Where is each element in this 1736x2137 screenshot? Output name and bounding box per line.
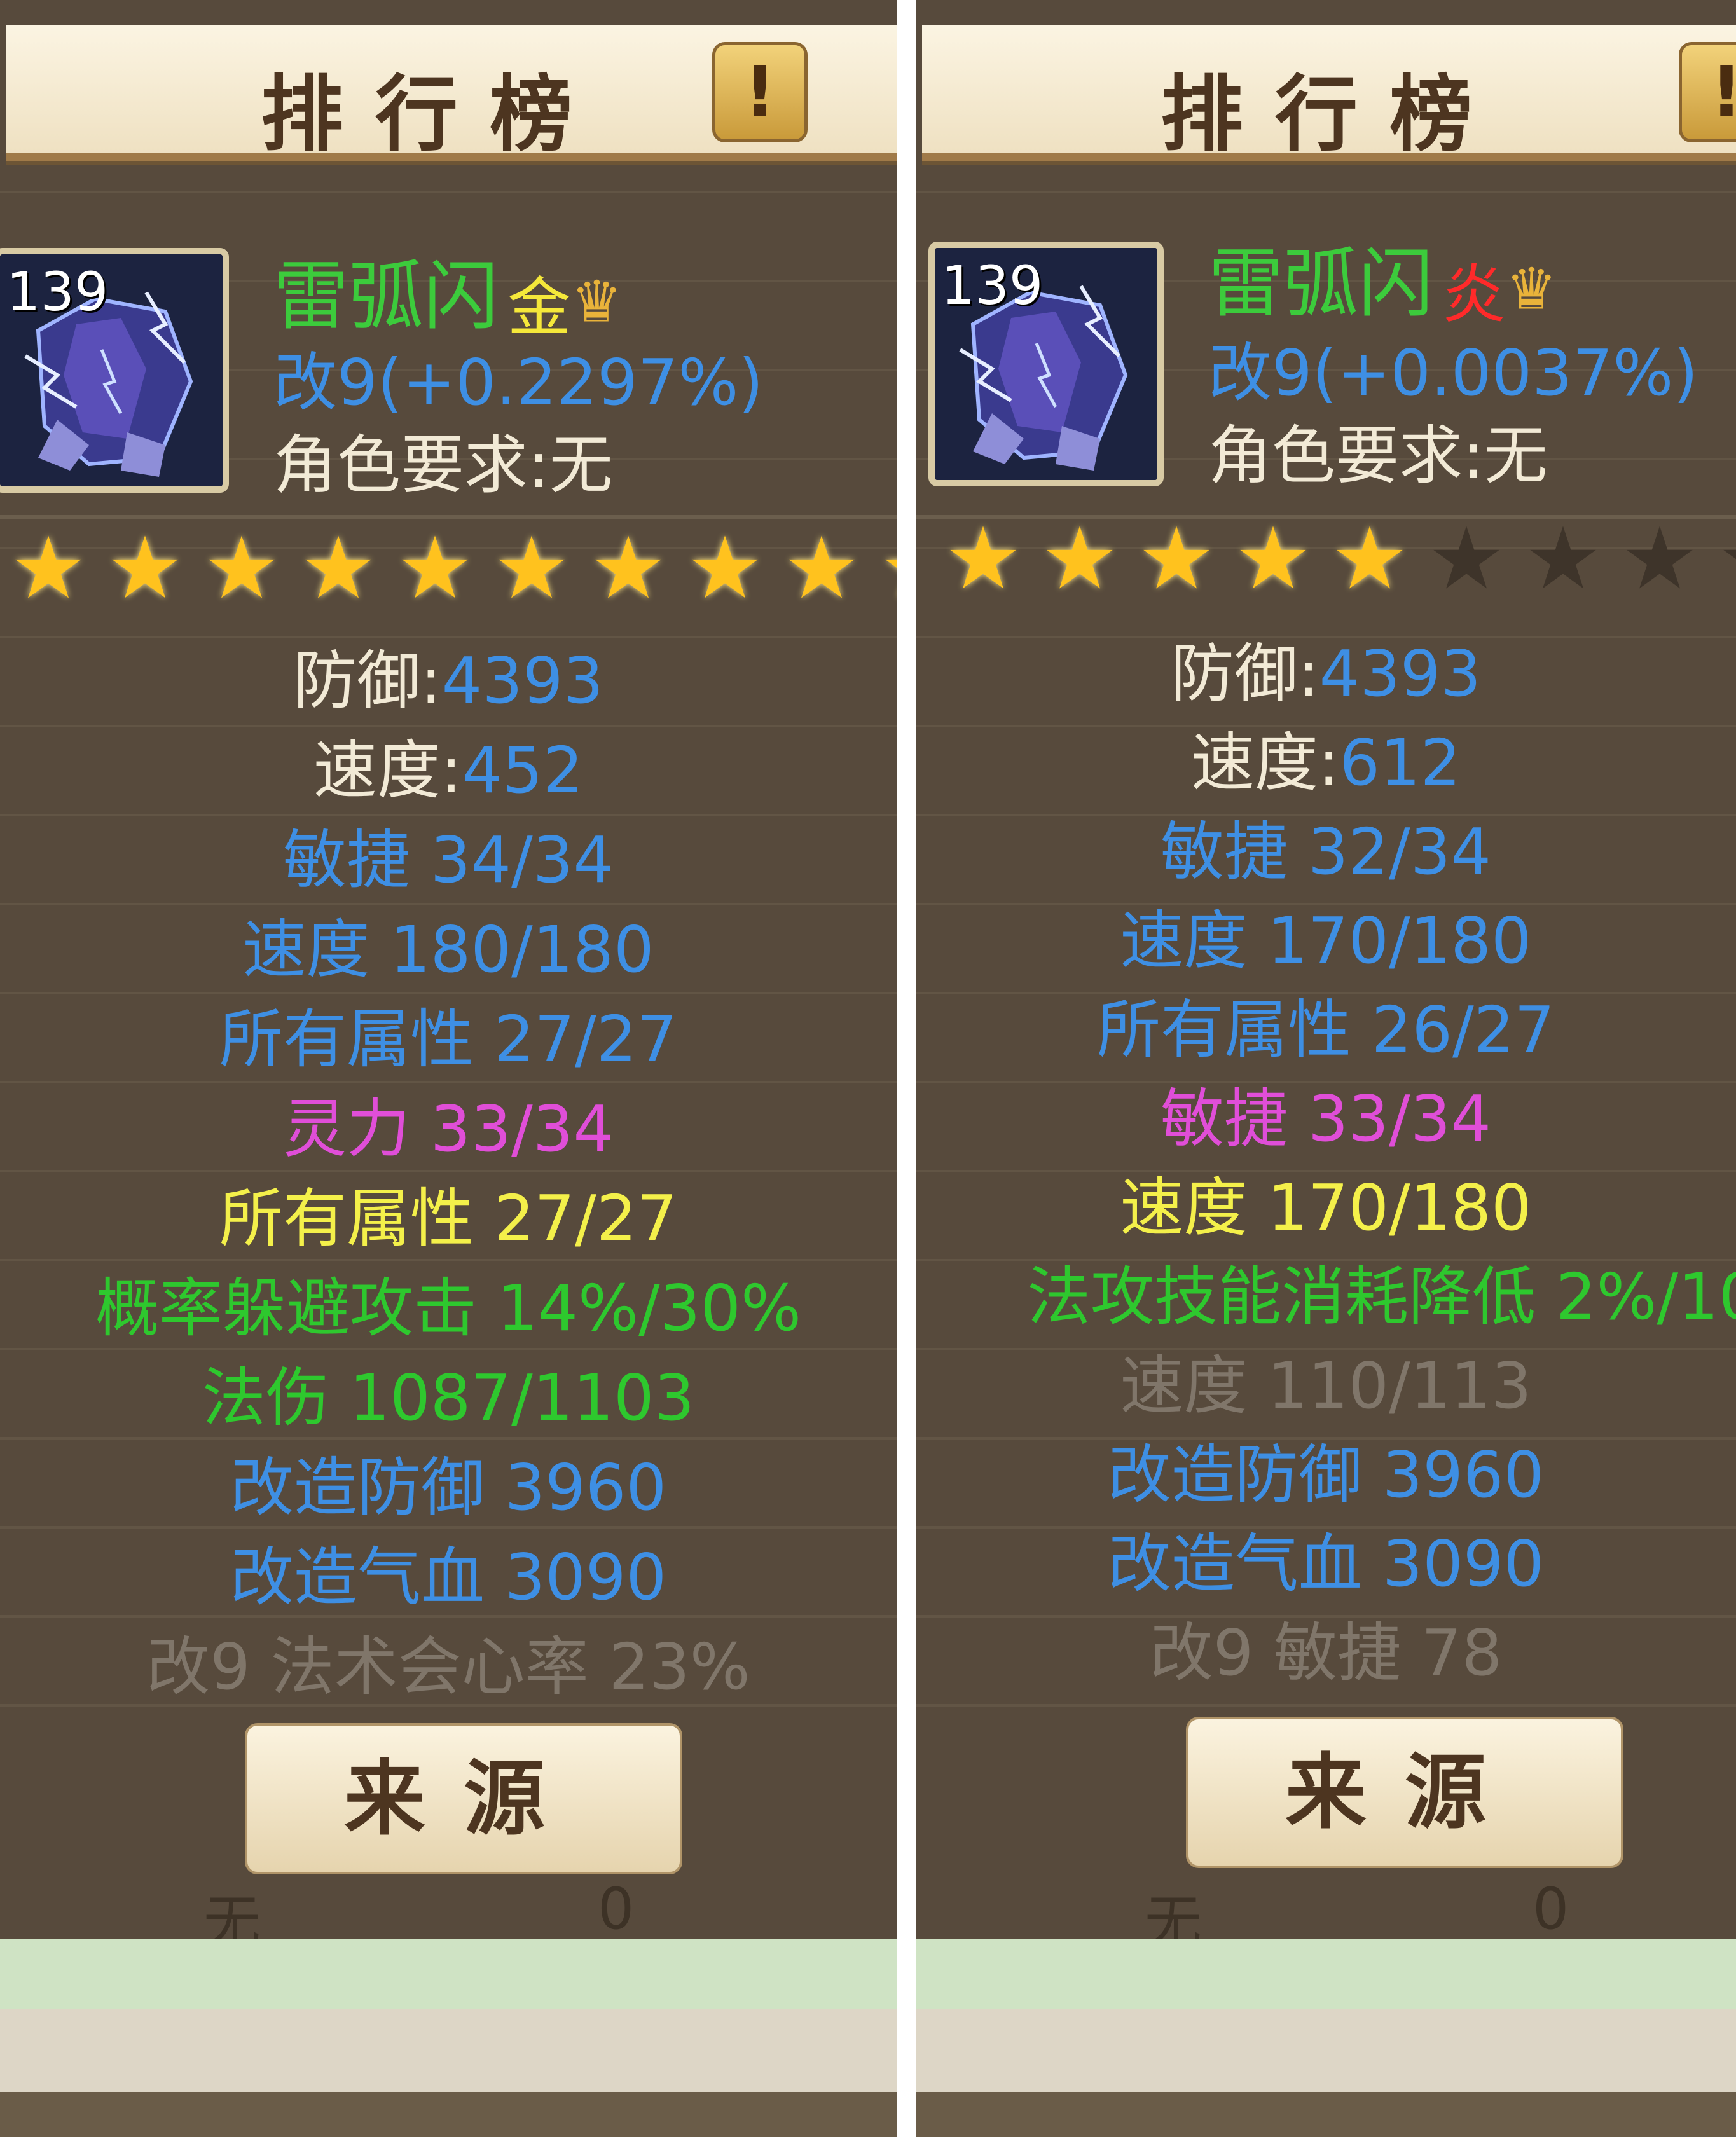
star-icon: ★: [1524, 509, 1602, 608]
stat-line: 防御:4393: [0, 636, 897, 725]
stat-line: 所有属性 27/27: [219, 1181, 677, 1256]
footer-strip: [0, 2009, 897, 2092]
star-icon: ★: [396, 518, 474, 618]
stat-line: 所有属性 26/27: [1097, 993, 1555, 1067]
star-rating: ★★★★★★★★★★: [0, 518, 897, 618]
stat-label: 防御:: [293, 643, 442, 718]
list-row-divider: [916, 1704, 1736, 1707]
stat-value: 4393: [441, 643, 604, 718]
title-bar: 排行榜 !: [922, 25, 1736, 163]
stat-line: 速度 180/180: [242, 912, 654, 987]
list-row-divider: [0, 191, 897, 193]
stat-line: 敏捷 34/34: [283, 823, 614, 897]
stat-line: 灵力 33/34: [283, 1092, 614, 1166]
stat-line: 敏捷 33/34: [1161, 1082, 1491, 1156]
role-requirement: 角色要求:无: [1208, 418, 1548, 493]
footer-band: [0, 1939, 897, 2009]
star-icon: ★: [1708, 509, 1736, 608]
star-icon: ★: [300, 518, 377, 618]
footer-strip: [916, 2009, 1736, 2092]
title-bar: 排行榜 !: [6, 25, 897, 163]
stat-value: 612: [1339, 725, 1461, 800]
stat-label: 防御:: [1170, 636, 1319, 711]
star-icon: ★: [870, 518, 897, 618]
stat-line: 所有属性 27/27: [219, 1002, 677, 1076]
item-name: 雷弧闪 炎♛: [1208, 223, 1557, 335]
star-icon: ★: [1621, 509, 1698, 608]
crown-icon: ♛: [1506, 256, 1557, 323]
refine-level: 改9(+0.2297%): [273, 345, 764, 420]
stat-line: 法伤 1087/1103: [202, 1361, 695, 1435]
stat-line: 速度 170/180: [1120, 904, 1532, 978]
info-button[interactable]: !: [1679, 42, 1736, 142]
footer-ghost-value: 0: [1533, 1876, 1569, 1942]
star-icon: ★: [106, 518, 184, 618]
star-icon: ★: [10, 518, 87, 618]
stat-line: 敏捷 32/34: [1161, 814, 1491, 889]
refine-level: 改9(+0.0037%): [1208, 336, 1698, 410]
star-icon: ★: [944, 509, 1022, 608]
source-button[interactable]: 来源: [1186, 1717, 1623, 1868]
item-level: 139: [941, 254, 1044, 317]
crown-icon: ♛: [571, 268, 623, 336]
info-button[interactable]: !: [712, 42, 808, 142]
item-name-text: 雷弧闪: [1208, 240, 1434, 327]
stat-line: 速度 170/180: [1120, 1171, 1532, 1245]
stat-line: 改造气血 3090: [1107, 1527, 1545, 1601]
star-icon: ★: [1041, 509, 1119, 608]
stat-line: 速度:612: [916, 718, 1736, 807]
list-row-divider: [916, 191, 1736, 193]
source-button[interactable]: 来源: [245, 1723, 682, 1874]
star-icon: ★: [1331, 509, 1409, 608]
star-icon: ★: [1234, 509, 1312, 608]
stat-list: 防御:4393 速度:612 敏捷 32/34 速度 170/180 所有属性 26/2…: [916, 629, 1736, 1698]
stat-list: 防御:4393 速度:452 敏捷 34/34 速度 180/180 所有属性 27/2…: [0, 636, 897, 1712]
stat-line: 概率躲避攻击 14%/30%: [95, 1271, 801, 1345]
split-divider: [897, 0, 916, 2137]
stat-label: 速度:: [1190, 725, 1340, 800]
star-icon: ★: [589, 518, 667, 618]
stat-line: 改造气血 3090: [230, 1540, 667, 1614]
footer-band: [916, 1939, 1736, 2009]
star-icon: ★: [1138, 509, 1215, 608]
stat-line: 改造防御 3960: [230, 1450, 667, 1525]
stat-value: 4393: [1319, 636, 1482, 711]
star-icon: ★: [493, 518, 570, 618]
ranking-panel-left: 排行榜 ! 139 雷弧闪 金♛ 改9(+0.2297%) 角色要求:无 ★ ★ ★ ★…: [0, 0, 897, 2137]
star-rating: ★★★★★★★★★: [935, 509, 1736, 608]
footer-edge: [0, 2092, 897, 2137]
footer-ghost-value: 0: [598, 1876, 635, 1942]
item-name-text: 雷弧闪: [273, 252, 499, 340]
stat-label: 速度:: [313, 733, 462, 807]
stat-line: 法攻技能消耗降低 2%/10: [1027, 1260, 1736, 1334]
stat-line: 改9 敏捷 78: [1149, 1616, 1503, 1690]
stat-line: 速度 110/113: [1120, 1349, 1532, 1423]
star-icon: ★: [1428, 509, 1505, 608]
stat-line: 改造防御 3960: [1107, 1438, 1545, 1512]
stat-value: 452: [462, 733, 584, 807]
role-requirement: 角色要求:无: [273, 428, 613, 502]
star-icon: ★: [686, 518, 764, 618]
footer-edge: [916, 2092, 1736, 2137]
stat-line: 改9 法术会心率 23%: [146, 1630, 750, 1704]
star-icon: ★: [783, 518, 860, 618]
item-icon[interactable]: 139: [928, 242, 1164, 486]
stat-line: 速度:452: [0, 725, 897, 815]
star-icon: ★: [203, 518, 280, 618]
page-title: 排行榜: [1160, 65, 1504, 163]
stat-line: 防御:4393: [916, 629, 1736, 718]
ranking-panel-right: 排行榜 ! 139 雷弧闪炎♛ 改9(+0.0037%) 角色要求:无 ★★★★…: [916, 0, 1736, 2137]
item-level: 139: [6, 261, 109, 323]
item-icon[interactable]: 139: [0, 248, 229, 493]
